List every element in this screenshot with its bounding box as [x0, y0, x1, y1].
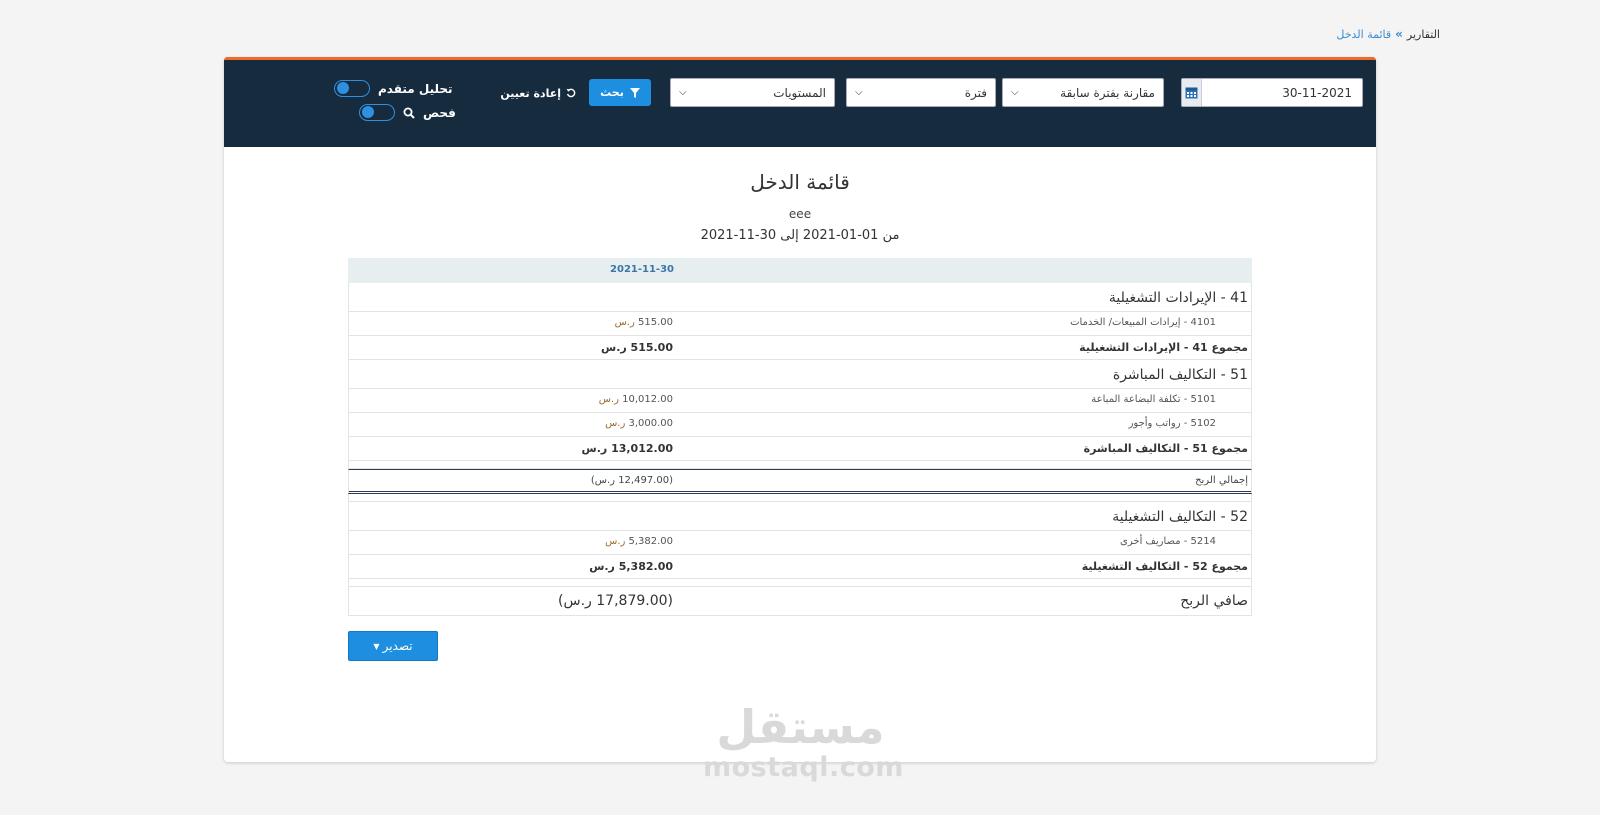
section-header-row: 41 - الإيرادات التشغيلية — [348, 283, 1252, 312]
report-date-range: من 01-01-2021 إلى 30-11-2021 — [700, 228, 900, 243]
watermark-logo: مستقل mostaql.com — [703, 700, 904, 783]
section-total-label: مجموع 51 - التكاليف المباشرة — [1083, 442, 1248, 455]
period-select-value: فترة — [964, 85, 987, 100]
inspect-label: فحص — [423, 105, 456, 120]
section-total-value: 13,012.00 ر.س — [581, 442, 673, 455]
report-title: قائمة الدخل — [750, 170, 850, 194]
account-amount: 3,000.00 ر.س — [605, 418, 673, 429]
section-title: 51 - التكاليف المباشرة — [1112, 367, 1248, 383]
export-button-label: تصدير — [382, 639, 413, 653]
column-date: 2021-11-30 — [610, 264, 674, 275]
reset-button-label: إعادة تعيين — [500, 86, 561, 100]
section-header-row: 52 - التكاليف التشغيلية — [348, 502, 1252, 531]
filter-icon — [629, 87, 640, 98]
period-select[interactable]: فترة ⌵ — [846, 78, 996, 107]
levels-select-value: المستويات — [773, 85, 826, 100]
account-label[interactable]: 5101 - تكلفة البضاعة المباعة — [1091, 394, 1216, 405]
compare-select[interactable]: مقارنة بفترة سابقة ⌵ — [1002, 78, 1164, 107]
account-amount: 5,382.00 ر.س — [605, 536, 673, 547]
calendar-icon — [1185, 87, 1198, 99]
search-button-label: بحث — [600, 86, 624, 99]
table-row: 5102 - رواتب وأجور 3,000.00 ر.س — [348, 413, 1252, 437]
breadcrumb: التقارير » قائمة الدخل — [1336, 27, 1440, 41]
income-statement-table: 2021-11-30 41 - الإيرادات التشغيلية 4101… — [348, 258, 1252, 616]
date-field[interactable] — [1181, 78, 1363, 107]
date-input[interactable] — [1202, 79, 1362, 106]
report-company: eee — [788, 207, 812, 221]
watermark-arabic: مستقل — [716, 700, 885, 754]
account-label[interactable]: 5102 - رواتب وأجور — [1129, 418, 1216, 429]
section-total-row: مجموع 41 - الإيرادات التشغيلية 515.00 ر.… — [348, 336, 1252, 360]
search-icon — [403, 107, 415, 119]
section-total-value: 5,382.00 ر.س — [589, 560, 673, 573]
chevrons-right-icon: » — [1395, 27, 1403, 41]
calendar-button[interactable] — [1182, 79, 1202, 106]
section-title: 52 - التكاليف التشغيلية — [1112, 509, 1248, 525]
advanced-analysis-switch[interactable] — [334, 80, 370, 97]
table-row: 5214 - مصاريف أخرى 5,382.00 ر.س — [348, 531, 1252, 555]
section-total-label: مجموع 52 - التكاليف التشغيلية — [1081, 560, 1248, 573]
spacer-row — [348, 461, 1252, 469]
net-profit-row: صافي الربح (17,879.00 ر.س) — [348, 587, 1252, 616]
account-label[interactable]: 4101 - إيرادات المبيعات/ الخدمات — [1070, 317, 1216, 328]
export-button[interactable]: تصدير ▼ — [348, 631, 438, 661]
breadcrumb-reports-link[interactable]: التقارير — [1407, 28, 1440, 41]
chevron-down-icon: ⌵ — [855, 87, 863, 98]
inspect-toggle-row: فحص — [359, 104, 456, 121]
section-total-row: مجموع 52 - التكاليف التشغيلية 5,382.00 ر… — [348, 555, 1252, 579]
chevron-down-icon: ⌵ — [679, 87, 687, 98]
section-total-value: 515.00 ر.س — [601, 341, 673, 354]
gross-profit-label: إجمالي الربح — [1195, 475, 1248, 486]
levels-select[interactable]: المستويات ⌵ — [670, 78, 835, 107]
search-button[interactable]: بحث — [589, 79, 651, 106]
section-total-label: مجموع 41 - الإيرادات التشغيلية — [1079, 341, 1248, 354]
section-header-row: 51 - التكاليف المباشرة — [348, 360, 1252, 389]
caret-down-icon: ▼ — [373, 641, 380, 651]
chevron-down-icon: ⌵ — [1011, 87, 1019, 98]
breadcrumb-current: قائمة الدخل — [1336, 27, 1392, 41]
account-label[interactable]: 5214 - مصاريف أخرى — [1120, 536, 1216, 547]
advanced-analysis-toggle-row: تحليل متقدم — [334, 80, 453, 97]
inspect-switch[interactable] — [359, 104, 395, 121]
spacer-row — [348, 494, 1252, 502]
compare-select-value: مقارنة بفترة سابقة — [1060, 85, 1155, 100]
advanced-analysis-label: تحليل متقدم — [378, 81, 453, 96]
gross-profit-row: إجمالي الربح (12,497.00 ر.س) — [348, 469, 1252, 494]
filter-toolbar: مقارنة بفترة سابقة ⌵ فترة ⌵ المستويات ⌵ … — [224, 57, 1376, 147]
account-amount: 515.00 ر.س — [614, 317, 673, 328]
section-total-row: مجموع 51 - التكاليف المباشرة 13,012.00 ر… — [348, 437, 1252, 461]
spacer-row — [348, 579, 1252, 587]
net-profit-label: صافي الربح — [1180, 593, 1248, 609]
gross-profit-value: (12,497.00 ر.س) — [590, 475, 673, 486]
table-row: 5101 - تكلفة البضاعة المباعة 10,012.00 ر… — [348, 389, 1252, 413]
section-title: 41 - الإيرادات التشغيلية — [1108, 290, 1248, 306]
account-amount: 10,012.00 ر.س — [598, 394, 673, 405]
net-profit-value: (17,879.00 ر.س) — [558, 593, 673, 609]
table-header-row: 2021-11-30 — [348, 258, 1252, 283]
report-card: مقارنة بفترة سابقة ⌵ فترة ⌵ المستويات ⌵ … — [224, 57, 1376, 762]
table-row: 4101 - إيرادات المبيعات/ الخدمات 515.00 … — [348, 312, 1252, 336]
reset-button[interactable]: إعادة تعيين — [496, 82, 576, 104]
watermark-latin: mostaql.com — [703, 752, 904, 783]
undo-icon — [566, 88, 576, 98]
